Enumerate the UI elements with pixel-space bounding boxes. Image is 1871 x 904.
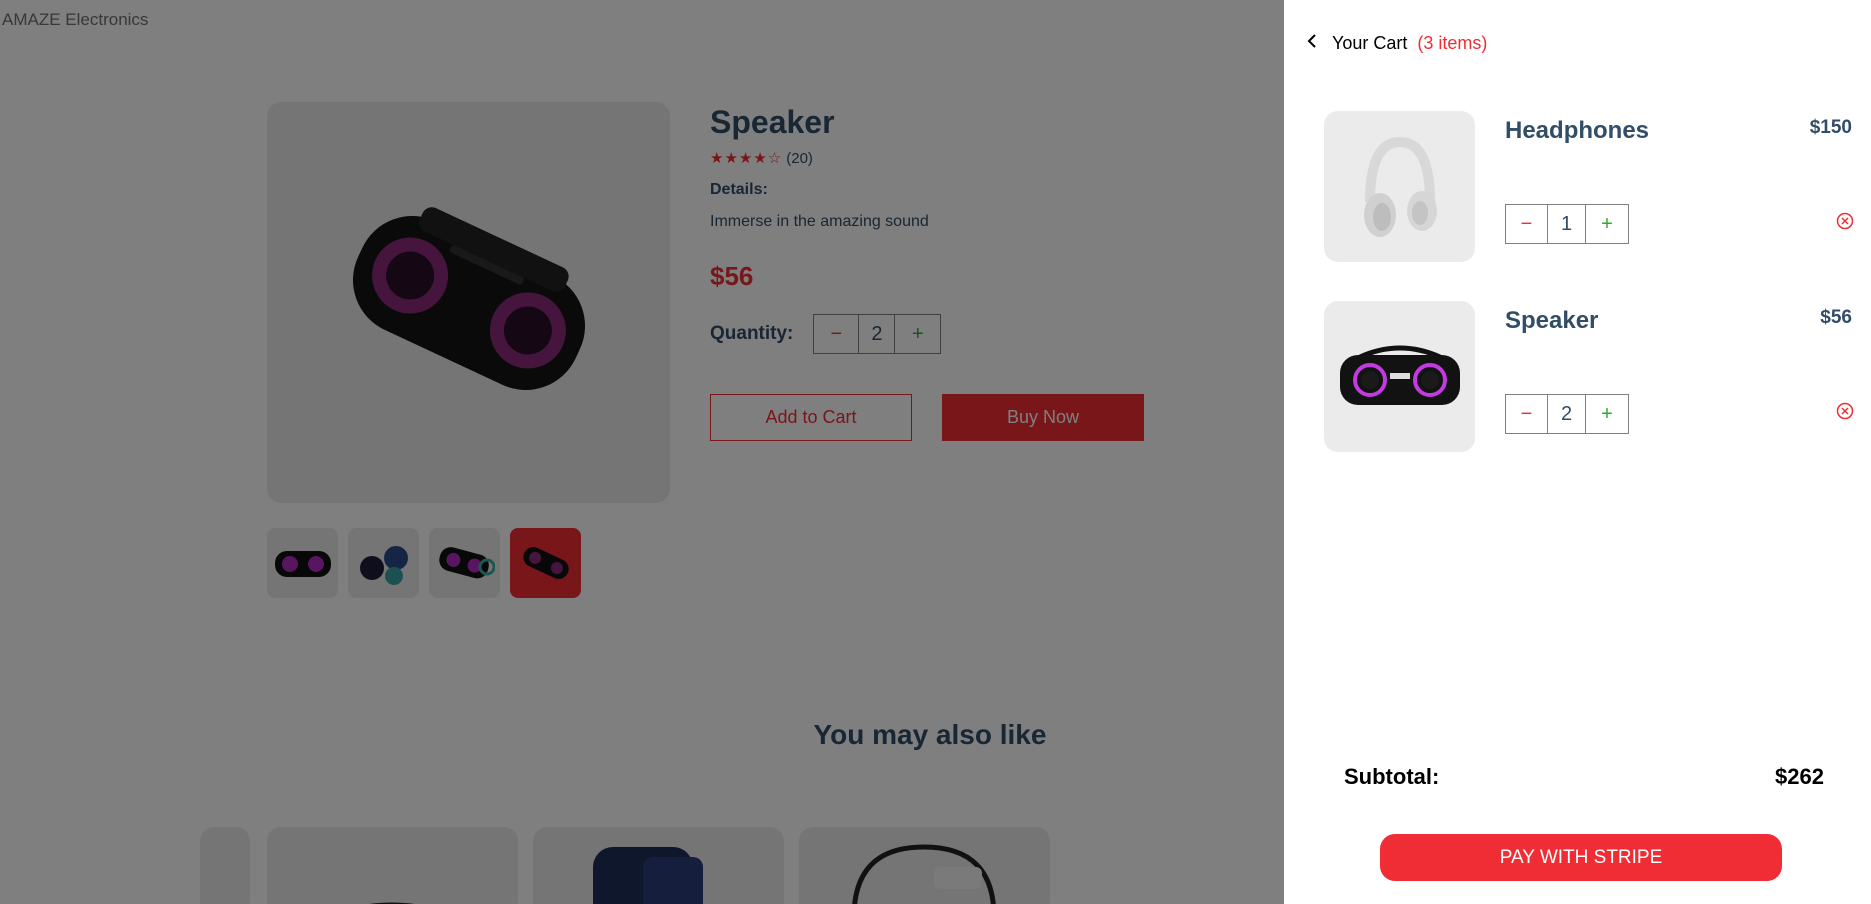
headphones-image [1363, 136, 1437, 237]
cart-subtotal: Subtotal: $262 [1344, 764, 1824, 790]
cart-item-price: $150 [1809, 117, 1852, 138]
cart-item-quantity: 2 [1548, 395, 1586, 433]
cart-item-quantity: 1 [1548, 205, 1586, 243]
decrease-quantity-button[interactable]: − [1506, 395, 1548, 433]
pay-with-stripe-button[interactable]: PAY WITH STRIPE [1380, 834, 1782, 881]
cart-drawer: Your Cart (3 items) Headphones $150 − 1 … [1284, 0, 1871, 904]
cart-item-image [1324, 111, 1475, 262]
cart-item-name: Speaker [1505, 307, 1599, 334]
cart-item-count: (3 items) [1417, 33, 1488, 53]
remove-item-icon[interactable] [1836, 212, 1854, 230]
chevron-left-icon[interactable] [1306, 32, 1318, 55]
cart-item-name: Headphones [1505, 117, 1650, 144]
cart-item: Headphones $150 − 1 + [1324, 111, 1864, 263]
cart-header[interactable]: Your Cart (3 items) [1306, 32, 1487, 55]
cart-item-price: $56 [1820, 307, 1852, 328]
cart-item: Speaker $56 − 2 + [1324, 301, 1864, 453]
decrease-quantity-button[interactable]: − [1506, 205, 1548, 243]
subtotal-label: Subtotal: [1344, 764, 1440, 789]
increase-quantity-button[interactable]: + [1586, 205, 1628, 243]
cart-title: Your Cart [1332, 33, 1408, 53]
cart-quantity-stepper: − 2 + [1505, 394, 1629, 434]
speaker-image [1339, 345, 1460, 405]
subtotal-value: $262 [1775, 764, 1824, 789]
increase-quantity-button[interactable]: + [1586, 395, 1628, 433]
remove-item-icon[interactable] [1836, 402, 1854, 420]
cart-quantity-stepper: − 1 + [1505, 204, 1629, 244]
cart-item-image [1324, 301, 1475, 452]
